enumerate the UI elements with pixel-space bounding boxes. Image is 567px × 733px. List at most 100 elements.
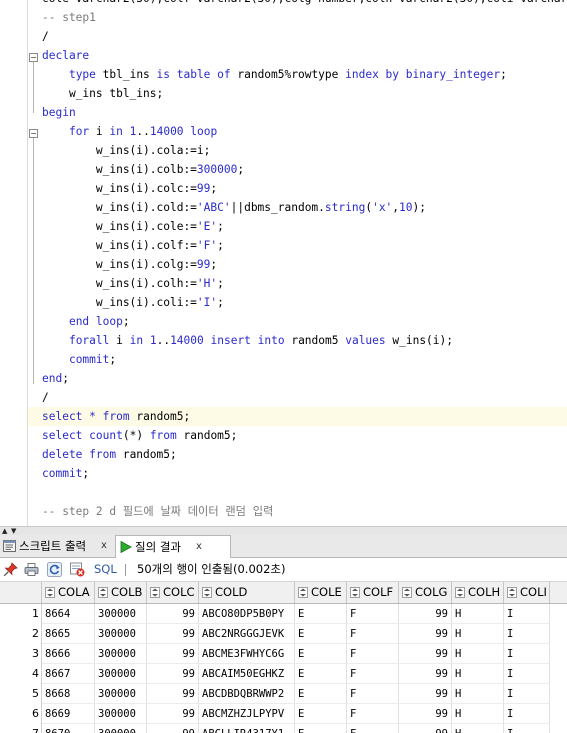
- cell-colh[interactable]: H: [452, 604, 504, 624]
- cell-colg[interactable]: 99: [399, 604, 452, 624]
- cell-colh[interactable]: H: [452, 664, 504, 684]
- cell-colh[interactable]: H: [452, 644, 504, 664]
- column-header-colh[interactable]: COLH: [452, 582, 504, 603]
- cell-coli[interactable]: I: [504, 664, 550, 684]
- cell-cola[interactable]: 8666: [42, 644, 95, 664]
- table-row[interactable]: 5 8668 300000 99 ABCDBDQBRWWP2 E F 99 H I: [0, 684, 567, 704]
- cell-colc[interactable]: 99: [147, 684, 199, 704]
- cell-colc[interactable]: 99: [147, 724, 199, 733]
- splitter-collapse-down-icon[interactable]: ▼: [11, 528, 16, 535]
- tab-script-output-close-icon[interactable]: x: [101, 535, 107, 557]
- cell-colf[interactable]: F: [347, 684, 399, 704]
- cell-colc[interactable]: 99: [147, 604, 199, 624]
- cell-cola[interactable]: 8670: [42, 724, 95, 733]
- cell-colb[interactable]: 300000: [95, 684, 147, 704]
- cell-colf[interactable]: F: [347, 664, 399, 684]
- sql-button[interactable]: SQL: [94, 558, 117, 581]
- tab-script-output[interactable]: 스크립트 출력 x: [0, 535, 131, 557]
- row-number[interactable]: 6: [0, 704, 42, 724]
- sql-editor[interactable]: − − cole varchar2(30),colf varchar2(30),…: [0, 0, 567, 526]
- result-grid[interactable]: COLA COLB COLC COLD COLE COLF COLG COLH COLI 1 86…: [0, 582, 567, 733]
- fold-toggle-begin-icon[interactable]: −: [29, 129, 38, 138]
- cell-colb[interactable]: 300000: [95, 644, 147, 664]
- column-header-cola[interactable]: COLA: [42, 582, 95, 603]
- cell-cola[interactable]: 8665: [42, 624, 95, 644]
- cell-colc[interactable]: 99: [147, 664, 199, 684]
- splitter-collapse-up-icon[interactable]: ▲: [2, 528, 7, 535]
- cell-colg[interactable]: 99: [399, 684, 452, 704]
- cell-coli[interactable]: I: [504, 624, 550, 644]
- cell-cold[interactable]: ABC2NRGGGJEVK: [199, 624, 295, 644]
- column-header-colc[interactable]: COLC: [147, 582, 199, 603]
- cell-colg[interactable]: 99: [399, 704, 452, 724]
- table-row[interactable]: 7867030000099ABCLLIR4317Y1EF99HI: [0, 724, 567, 733]
- cell-colh[interactable]: H: [452, 624, 504, 644]
- cell-cold[interactable]: ABCDBDQBRWWP2: [199, 684, 295, 704]
- table-row[interactable]: 1 8664 300000 99 ABCO80DP5B0PY E F 99 H I: [0, 604, 567, 624]
- cell-colh[interactable]: H: [452, 684, 504, 704]
- cell-colc[interactable]: 99: [147, 644, 199, 664]
- delete-icon[interactable]: [70, 562, 85, 577]
- column-header-coli[interactable]: COLI: [504, 582, 550, 603]
- column-header-colg[interactable]: COLG: [399, 582, 452, 603]
- cell-cole[interactable]: E: [295, 704, 347, 724]
- cell-coli[interactable]: I: [504, 604, 550, 624]
- table-row[interactable]: 6 8669 300000 99 ABCMZHZJLPYPV E F 99 H I: [0, 704, 567, 724]
- cell-cola[interactable]: 8664: [42, 604, 95, 624]
- cell-cola[interactable]: 8667: [42, 664, 95, 684]
- cell-colh[interactable]: H: [452, 704, 504, 724]
- cell-cold[interactable]: ABCME3FWHYC6G: [199, 644, 295, 664]
- cell-coli[interactable]: I: [504, 684, 550, 704]
- fold-toggle-declare-icon[interactable]: −: [29, 53, 38, 62]
- cell-cole[interactable]: E: [295, 684, 347, 704]
- cell-colb[interactable]: 300000: [95, 724, 147, 733]
- column-header-cole[interactable]: COLE: [295, 582, 347, 603]
- pin-icon[interactable]: [3, 562, 18, 577]
- row-number[interactable]: 1: [0, 604, 42, 624]
- cell-colc[interactable]: 99: [147, 624, 199, 644]
- cell-colg[interactable]: 99: [399, 724, 452, 733]
- row-number[interactable]: 5: [0, 684, 42, 704]
- cell-colf[interactable]: F: [347, 604, 399, 624]
- panel-splitter[interactable]: ▲ ▼: [0, 526, 567, 535]
- cell-cole[interactable]: E: [295, 664, 347, 684]
- cell-cola[interactable]: 8669: [42, 704, 95, 724]
- table-row[interactable]: 3 8666 300000 99 ABCME3FWHYC6G E F 99 H I: [0, 644, 567, 664]
- cell-colb[interactable]: 300000: [95, 604, 147, 624]
- cell-cold[interactable]: ABCO80DP5B0PY: [199, 604, 295, 624]
- table-row[interactable]: 4 8667 300000 99 ABCAIM50EGHKZ E F 99 H I: [0, 664, 567, 684]
- cell-colb[interactable]: 300000: [95, 704, 147, 724]
- cell-cola[interactable]: 8668: [42, 684, 95, 704]
- cell-cole[interactable]: E: [295, 724, 347, 733]
- cell-coli[interactable]: I: [504, 724, 550, 733]
- tab-query-result[interactable]: 질의 결과 x: [115, 535, 231, 558]
- cell-colb[interactable]: 300000: [95, 664, 147, 684]
- cell-cole[interactable]: E: [295, 644, 347, 664]
- cell-colc[interactable]: 99: [147, 704, 199, 724]
- cell-cole[interactable]: E: [295, 624, 347, 644]
- cell-cold[interactable]: ABCAIM50EGHKZ: [199, 664, 295, 684]
- cell-colg[interactable]: 99: [399, 644, 452, 664]
- row-number[interactable]: 2: [0, 624, 42, 644]
- table-row[interactable]: 2 8665 300000 99 ABC2NRGGGJEVK E F 99 H I: [0, 624, 567, 644]
- cell-colh[interactable]: H: [452, 724, 504, 733]
- cell-colf[interactable]: F: [347, 644, 399, 664]
- row-number[interactable]: 4: [0, 664, 42, 684]
- cell-coli[interactable]: I: [504, 704, 550, 724]
- cell-colf[interactable]: F: [347, 704, 399, 724]
- cell-cold[interactable]: ABCLLIR4317Y1: [199, 724, 295, 733]
- cell-colf[interactable]: F: [347, 724, 399, 733]
- column-header-colb[interactable]: COLB: [95, 582, 147, 603]
- cell-colf[interactable]: F: [347, 624, 399, 644]
- row-number[interactable]: 3: [0, 644, 42, 664]
- column-header-cold[interactable]: COLD: [199, 582, 295, 603]
- cell-coli[interactable]: I: [504, 644, 550, 664]
- cell-colb[interactable]: 300000: [95, 624, 147, 644]
- print-icon[interactable]: [24, 562, 39, 577]
- tab-query-result-close-icon[interactable]: x: [196, 536, 202, 558]
- column-header-colf[interactable]: COLF: [347, 582, 399, 603]
- cell-cold[interactable]: ABCMZHZJLPYPV: [199, 704, 295, 724]
- cell-cole[interactable]: E: [295, 604, 347, 624]
- cell-colg[interactable]: 99: [399, 664, 452, 684]
- cell-colg[interactable]: 99: [399, 624, 452, 644]
